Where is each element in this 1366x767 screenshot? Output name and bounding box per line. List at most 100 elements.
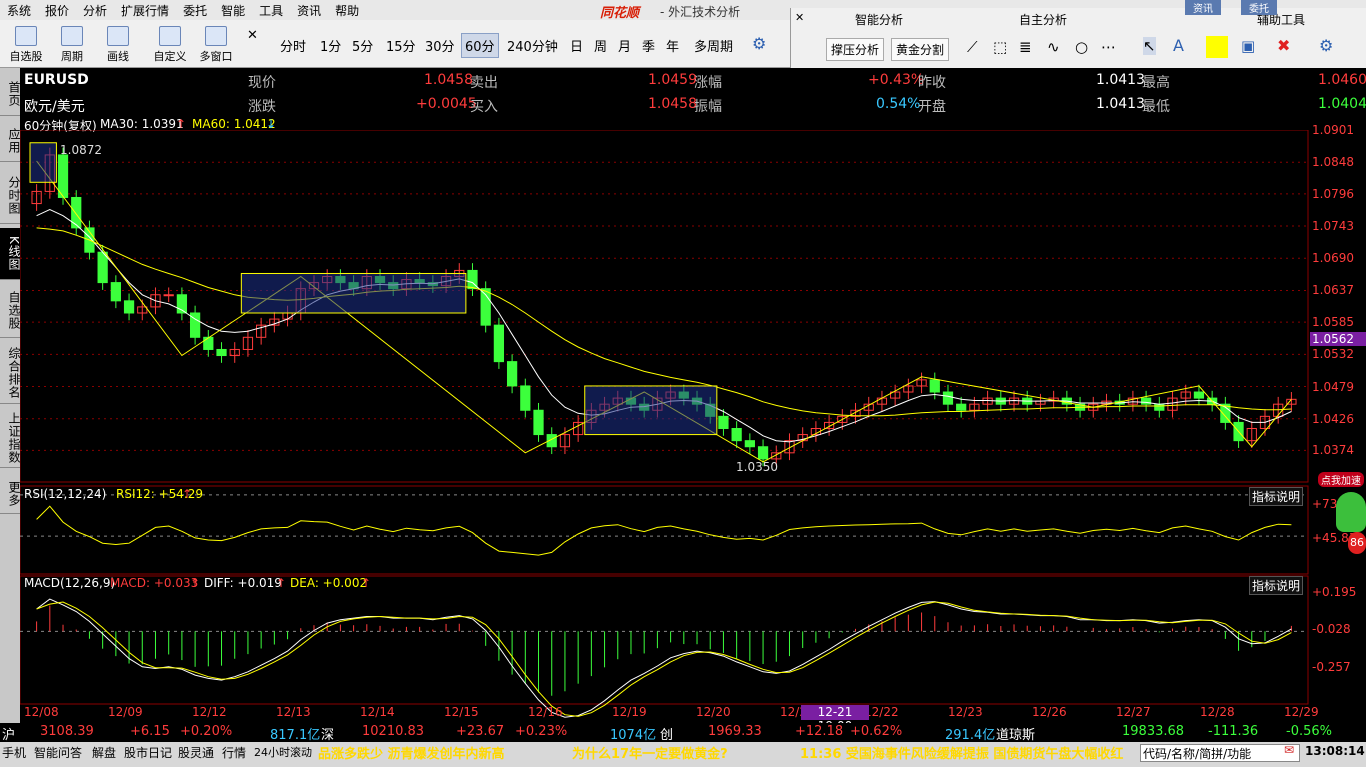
panel-close-icon[interactable]: ✕ — [795, 11, 804, 24]
analysis-panel: ✕ 智能分析 自主分析 辅助工具 撑压分析 黄金分割 ⟋ ⬚ ≣ ∿ ○ ⋯ ↖… — [790, 0, 1366, 68]
candle-body — [757, 446, 769, 460]
menu-trade[interactable]: 委托 — [176, 2, 214, 19]
price-tick-label: 1.0848 — [1312, 155, 1354, 170]
period-week[interactable]: 周 — [594, 36, 607, 55]
promo-badge[interactable]: 86 — [1348, 532, 1366, 554]
settings-gear-icon[interactable]: ⚙ — [752, 34, 766, 53]
draw-line-button[interactable]: 画线 — [98, 24, 138, 64]
bottom-lingtong[interactable]: 股灵通 — [178, 744, 214, 761]
macd-explain-button[interactable]: 指标说明 — [1249, 576, 1304, 595]
period-30m[interactable]: 30分 — [425, 36, 455, 55]
circle-tool-icon[interactable]: ○ — [1075, 38, 1088, 56]
news-item-3[interactable]: 11:36 受国海事件风险缓解提振 国债期货午盘大幅收红 — [800, 743, 1123, 762]
macd-label: MACD(12,26,9) — [24, 576, 116, 590]
menu-news[interactable]: 资讯 — [290, 2, 328, 19]
menu-tools[interactable]: 工具 — [252, 2, 290, 19]
custom-button[interactable]: 自定义 — [150, 24, 190, 64]
close-icon[interactable]: ✕ — [247, 28, 258, 43]
sidebar-item-home[interactable]: 首页 — [0, 72, 21, 116]
period-240m[interactable]: 240分钟 — [507, 36, 558, 55]
kline-chart[interactable] — [20, 130, 1366, 718]
tab-trade[interactable]: 委托 — [1241, 0, 1277, 15]
more-tools-icon[interactable]: ⋯ — [1101, 38, 1116, 56]
sz-label[interactable]: 深 — [321, 724, 334, 743]
tab-self-analysis[interactable]: 自主分析 — [1019, 11, 1067, 28]
cursor-time-marker: 12-21 19:00 — [801, 705, 869, 733]
dea-value: DEA: +0.002 — [290, 576, 368, 590]
label-change: 涨跌 — [248, 99, 276, 115]
index-status-bar: 沪 3108.39 +6.15 +0.20% 817.1亿 深 10210.83… — [0, 723, 1366, 743]
candle-body — [493, 324, 505, 363]
menu-extended[interactable]: 扩展行情 — [114, 2, 176, 19]
macd-value: MACD: +0.033 — [110, 576, 199, 590]
sidebar-item-watchlist[interactable]: 自选股 — [0, 284, 21, 338]
sh-label[interactable]: 沪 — [2, 724, 15, 743]
candle-body — [110, 282, 121, 302]
period-button[interactable]: 周期 — [52, 24, 92, 64]
menu-analysis[interactable]: 分析 — [76, 2, 114, 19]
menu-smart[interactable]: 智能 — [214, 2, 252, 19]
period-fenshi[interactable]: 分时 — [280, 36, 306, 55]
period-year[interactable]: 年 — [666, 36, 679, 55]
promo-label[interactable]: 点我加速 — [1318, 472, 1364, 487]
search-input[interactable]: 代码/名称/简拼/功能 — [1140, 744, 1300, 762]
cursor-tool-icon[interactable]: ↖ — [1143, 37, 1156, 55]
wave-tool-icon[interactable]: ∿ — [1047, 38, 1060, 56]
menu-system[interactable]: 系统 — [0, 2, 38, 19]
golden-section-button[interactable]: 黄金分割 — [891, 38, 950, 61]
dj-label[interactable]: 道琼斯 — [996, 724, 1035, 743]
fib-tool-icon[interactable]: ≣ — [1019, 38, 1032, 56]
watchlist-label: 自选股 — [9, 50, 43, 63]
text-tool-icon[interactable]: A — [1173, 36, 1184, 55]
delete-icon[interactable]: ✖ — [1277, 36, 1290, 55]
period-60m[interactable]: 60分 — [461, 33, 499, 58]
low-annotation: 1.0350 — [736, 460, 778, 474]
period-5m[interactable]: 5分 — [352, 36, 373, 55]
macd-panel-frame — [20, 575, 1309, 705]
mascot-icon[interactable] — [1336, 492, 1366, 532]
line-tool-icon[interactable]: ⟋ — [967, 38, 978, 56]
cy-label[interactable]: 创 — [660, 724, 673, 743]
tab-news[interactable]: 资讯 — [1185, 0, 1221, 15]
menu-quote[interactable]: 报价 — [38, 2, 76, 19]
news-item-2[interactable]: 为什么17年一定要做黄金? — [572, 743, 728, 762]
macd-tick-high: +0.195 — [1312, 585, 1357, 599]
tab-smart-analysis[interactable]: 智能分析 — [855, 11, 903, 28]
rect-tool-icon[interactable]: ⬚ — [993, 38, 1007, 56]
sidebar-item-ranking[interactable]: 综合排名 — [0, 342, 21, 404]
bottom-market[interactable]: 行情 — [222, 744, 246, 761]
period-day[interactable]: 日 — [570, 36, 583, 55]
period-multi[interactable]: 多周期 — [694, 36, 733, 55]
period-quarter[interactable]: 季 — [642, 36, 655, 55]
multi-window-button[interactable]: 多窗口 — [196, 24, 236, 64]
sidebar-item-more[interactable]: 更多 — [0, 474, 21, 514]
sidebar-item-sh-index[interactable]: 上证指数 — [0, 408, 21, 468]
sh-change: +6.15 — [130, 724, 170, 739]
period-15m[interactable]: 15分 — [386, 36, 416, 55]
time-tick-label: 12/12 — [192, 705, 227, 719]
time-tick-label: 12/13 — [276, 705, 311, 719]
bell-icon[interactable]: ✉ — [1284, 743, 1294, 757]
time-tick-label: 12/27 — [1116, 705, 1151, 719]
sidebar-item-kline[interactable]: K线图 — [0, 228, 21, 280]
tool-settings-icon[interactable]: ⚙ — [1319, 36, 1333, 55]
bottom-mobile[interactable]: 手机 — [2, 744, 26, 761]
period-month[interactable]: 月 — [618, 36, 631, 55]
bottom-24h[interactable]: 24小时滚动 — [254, 744, 312, 760]
time-tick-label: 12/20 — [696, 705, 731, 719]
bottom-analysis[interactable]: 解盘 — [92, 744, 116, 761]
dea-up-arrow-icon: ↑ — [361, 576, 372, 590]
rsi-explain-button[interactable]: 指标说明 — [1249, 487, 1304, 506]
watchlist-button[interactable]: 自选股 — [6, 24, 46, 64]
ma60-label: MA60: 1.0412 — [192, 117, 276, 131]
support-resistance-button[interactable]: 撑压分析 — [826, 38, 885, 61]
menu-help[interactable]: 帮助 — [328, 2, 366, 19]
bottom-qa[interactable]: 智能问答 — [34, 744, 82, 761]
bottom-diary[interactable]: 股市日记 — [124, 744, 172, 761]
sidebar-item-timeshare[interactable]: 分时图 — [0, 168, 21, 224]
color-swatch[interactable] — [1206, 36, 1228, 58]
sidebar-item-apps[interactable]: 应用 — [0, 120, 21, 162]
save-icon[interactable]: ▣ — [1241, 37, 1255, 55]
period-1m[interactable]: 1分 — [320, 36, 341, 55]
news-item-1[interactable]: 品涨多跌少 沥青爆发创年内新高 — [318, 743, 505, 762]
